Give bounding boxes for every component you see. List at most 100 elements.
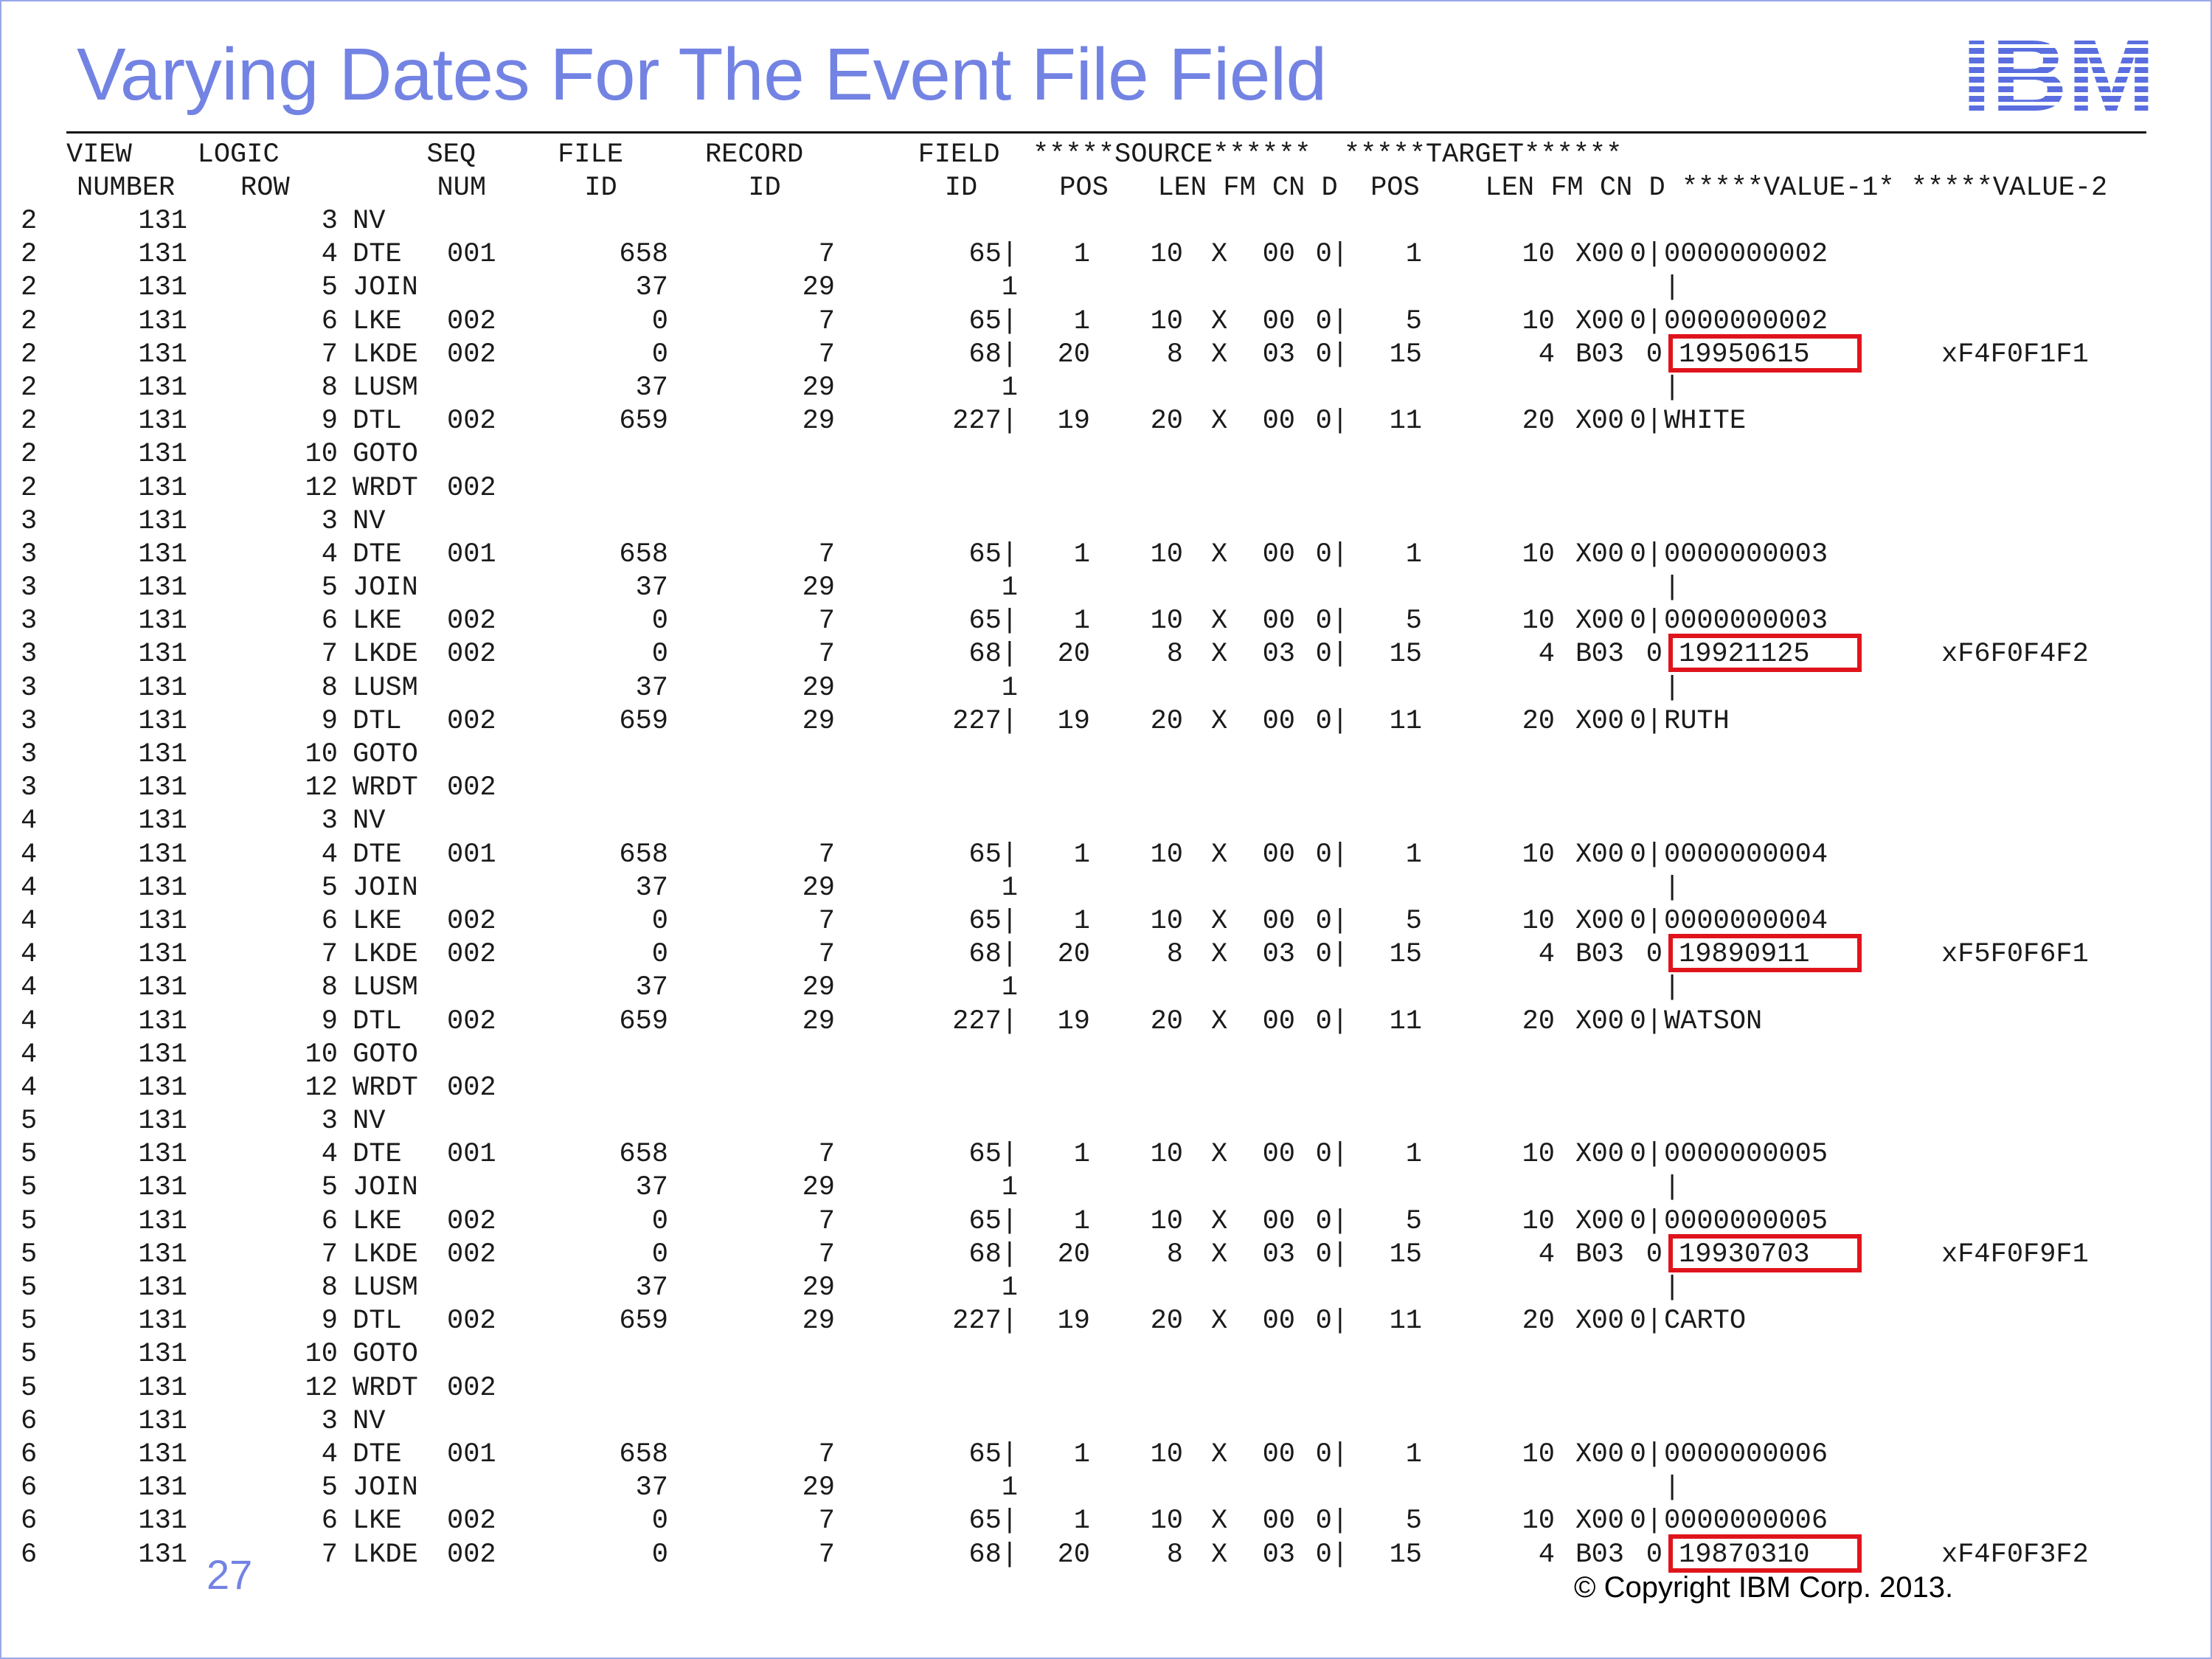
- listing-row: 2 131 3 NV: [0, 205, 2212, 238]
- cell-target-fm: B: [1575, 1539, 1592, 1570]
- cell-target-fm: B: [1575, 339, 1592, 370]
- cell-value-1: WHITE: [1664, 406, 1747, 437]
- cell-view-number: 4: [21, 972, 38, 1004]
- cell-target-fm: X: [1575, 406, 1592, 437]
- cell-record-id: 7: [818, 839, 835, 870]
- cell-file-id: 658: [619, 239, 668, 271]
- cell-logic-row: 131: [138, 1372, 187, 1404]
- cell-source-pos: 1: [1073, 839, 1090, 870]
- cell-source-len: 8: [1166, 939, 1183, 971]
- listing-row: 5 131 12 WRDT 002: [0, 1372, 2212, 1405]
- cell-logic-row: 131: [138, 739, 187, 770]
- cell-logic-row: 131: [138, 1472, 187, 1504]
- cell-source-cn: 03: [1262, 1239, 1295, 1270]
- listing-row: 2 131 7 LKDE 002 0 7 68| 20 8 X 03 0| 15 4 B 03 0 19950615…: [0, 333, 2212, 373]
- cell-view-number: 5: [21, 1172, 38, 1204]
- cell-logic-row: 131: [138, 572, 187, 604]
- cell-target-d: 0|: [1629, 239, 1663, 271]
- cell-view-number: 5: [21, 1239, 38, 1270]
- cell-logic-row: 131: [138, 1438, 187, 1470]
- cell-source-fm: X: [1211, 1205, 1228, 1237]
- cell-view-number: 2: [21, 239, 38, 271]
- cell-target-pos: 11: [1389, 406, 1422, 437]
- cell-seq: 7: [321, 939, 338, 971]
- cell-function-code: JOIN: [353, 272, 418, 304]
- listing-row: 6 131 4 DTE 001 658 7 65| 1 10 X 00 0| 1 10 X 00 0| 000000…: [0, 1438, 2212, 1472]
- cell-target-len: 20: [1522, 406, 1555, 437]
- cell-source-pos: 1: [1073, 538, 1090, 570]
- cell-seq-num: 002: [447, 1306, 496, 1337]
- cell-target-len: 4: [1538, 339, 1555, 370]
- cell-source-len: 10: [1150, 305, 1183, 337]
- cell-source-len: 20: [1150, 1005, 1183, 1037]
- cell-field-id: 1: [1001, 972, 1018, 1004]
- cell-target-cn: 00: [1591, 839, 1624, 870]
- cell-target-cn: 00: [1591, 538, 1624, 570]
- page-number: 27: [207, 1551, 253, 1598]
- cell-target-pos: 11: [1389, 1005, 1422, 1037]
- cell-field-id: 68|: [968, 339, 1018, 370]
- cell-target-pos: 15: [1389, 339, 1422, 370]
- cell-target-d: 0|: [1629, 1005, 1663, 1037]
- cell-view-number: 2: [21, 439, 38, 471]
- cell-record-id: 7: [818, 1139, 835, 1171]
- cell-logic-row: 131: [138, 1506, 187, 1537]
- cell-logic-row: 131: [138, 839, 187, 870]
- cell-source-d: 0|: [1315, 939, 1348, 971]
- cell-logic-row: 131: [138, 439, 187, 471]
- cell-source-pos: 1: [1073, 1506, 1090, 1537]
- cell-target-pos: 5: [1405, 1506, 1422, 1537]
- cell-target-cn: 00: [1591, 406, 1624, 437]
- cell-view-number: 5: [21, 1372, 38, 1404]
- cell-logic-row: 131: [138, 1139, 187, 1171]
- cell-field-id: 65|: [968, 305, 1018, 337]
- cell-view-number: 4: [21, 905, 38, 937]
- cell-record-id: 7: [818, 1506, 835, 1537]
- cell-record-id: 29: [802, 1172, 835, 1204]
- cell-view-number: 4: [21, 872, 38, 904]
- cell-target-pos: 1: [1405, 839, 1422, 870]
- cell-record-id: 7: [818, 1438, 835, 1470]
- cell-seq-num: 001: [447, 239, 496, 271]
- cell-target-cn: 00: [1591, 1438, 1624, 1470]
- header-line-2: NUMBER ROW NUM ID ID ID POS LEN FM CN D …: [77, 173, 2108, 204]
- cell-view-number: 4: [21, 806, 38, 837]
- cell-seq: 12: [305, 1072, 338, 1104]
- cell-source-cn: 00: [1262, 406, 1295, 437]
- listing-row: 3 131 8 LUSM 37 29 1 |: [0, 672, 2212, 705]
- cell-target-len: 20: [1522, 705, 1555, 737]
- cell-target-fm: X: [1575, 705, 1592, 737]
- cell-value-1: 0000000002: [1664, 239, 1828, 271]
- cell-value-1: |: [1664, 972, 1681, 1004]
- cell-function-code: DTE: [353, 538, 402, 570]
- cell-value-1: 0000000003: [1664, 538, 1828, 570]
- cell-file-id: 658: [619, 839, 668, 870]
- listing-row: 6 131 6 LKE 002 0 7 65| 1 10 X 00 0| 5 10 X 00 0| 00000000…: [0, 1505, 2212, 1538]
- cell-function-code: DTL: [353, 1005, 402, 1037]
- cell-logic-row: 131: [138, 872, 187, 904]
- cell-target-d: 0|: [1629, 1205, 1663, 1237]
- cell-function-code: DTE: [353, 1438, 402, 1470]
- cell-seq: 3: [321, 1106, 338, 1137]
- cell-function-code: DTL: [353, 705, 402, 737]
- cell-seq-num: 002: [447, 1239, 496, 1270]
- cell-view-number: 5: [21, 1106, 38, 1137]
- date-highlight-box: [1668, 934, 1862, 973]
- cell-seq-num: 001: [447, 538, 496, 570]
- cell-function-code: GOTO: [353, 439, 418, 471]
- cell-function-code: LKDE: [353, 1239, 418, 1270]
- cell-view-number: 2: [21, 206, 38, 237]
- cell-source-d: 0|: [1315, 406, 1348, 437]
- cell-function-code: NV: [353, 1106, 386, 1137]
- cell-field-id: 65|: [968, 606, 1018, 637]
- cell-view-number: 6: [21, 1506, 38, 1537]
- cell-seq-num: 001: [447, 1438, 496, 1470]
- cell-seq-num: 002: [447, 305, 496, 337]
- cell-target-len: 10: [1522, 305, 1555, 337]
- cell-target-fm: X: [1575, 1205, 1592, 1237]
- cell-function-code: WRDT: [353, 1372, 418, 1404]
- cell-field-id: 65|: [968, 538, 1018, 570]
- cell-record-id: 29: [802, 406, 835, 437]
- cell-seq-num: 002: [447, 406, 496, 437]
- cell-record-id: 7: [818, 1239, 835, 1270]
